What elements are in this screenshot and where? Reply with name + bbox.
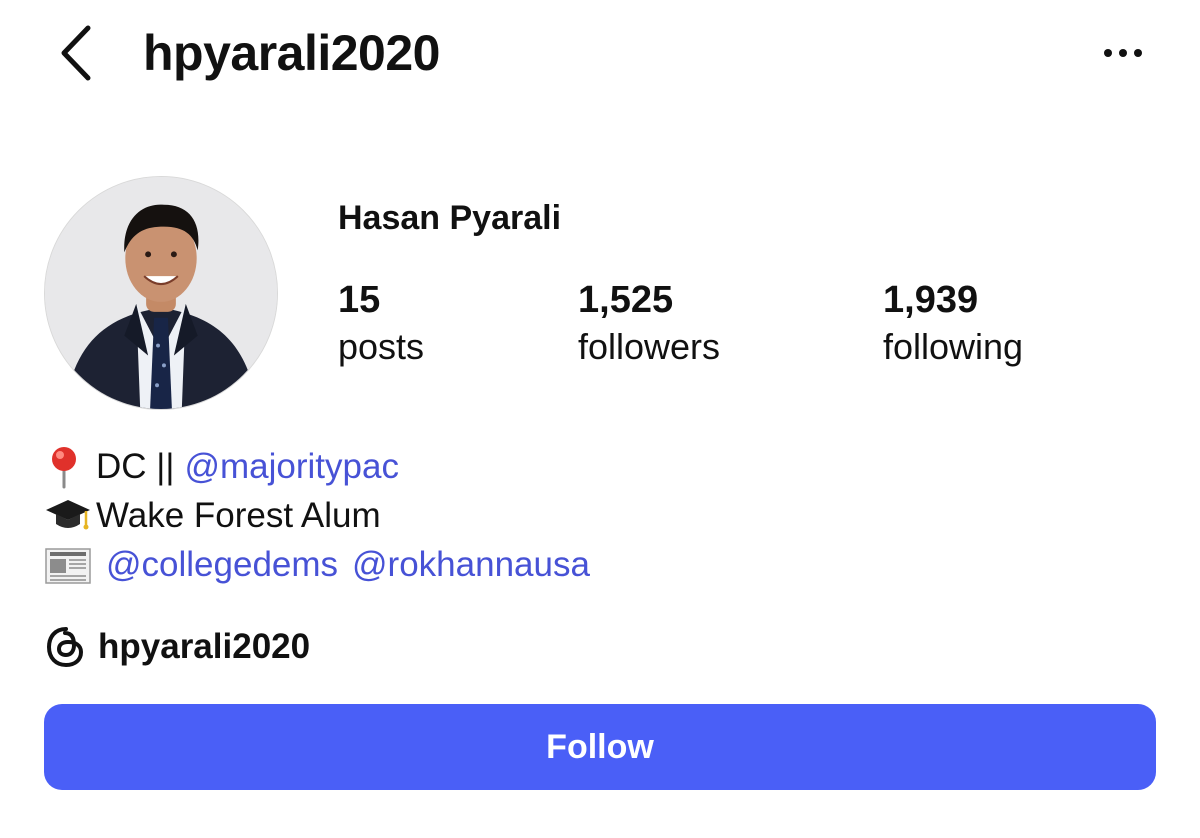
top-bar: hpyarali2020 (0, 0, 1200, 110)
bio-education-text: Wake Forest Alum (96, 496, 381, 535)
graduation-cap-icon (44, 494, 96, 538)
posts-stat[interactable]: 15 posts (338, 278, 424, 372)
profile-photo (45, 177, 277, 409)
mention-link[interactable]: @rokhannausa (352, 540, 590, 589)
display-name: Hasan Pyarali (338, 199, 562, 237)
following-count: 1,939 (883, 279, 979, 321)
chevron-left-icon (61, 25, 91, 81)
mention-link[interactable]: @collegedems (106, 540, 338, 589)
profile-username: hpyarali2020 (143, 25, 440, 81)
threads-link[interactable]: hpyarali2020 (44, 622, 310, 672)
threads-handle: hpyarali2020 (98, 627, 311, 666)
bio-line-education: Wake Forest Alum (44, 491, 1144, 540)
avatar[interactable] (44, 176, 278, 410)
threads-icon (44, 625, 88, 669)
followers-stat[interactable]: 1,525 followers (578, 278, 720, 372)
posts-count: 15 (338, 279, 381, 321)
newspaper-icon (44, 543, 96, 587)
followers-label: followers (578, 326, 721, 367)
mention-link[interactable]: @majoritypac (184, 442, 398, 491)
bio-line-location: DC || @majoritypac (44, 442, 1144, 491)
follow-button[interactable]: Follow (44, 704, 1156, 790)
following-stat[interactable]: 1,939 following (883, 278, 1023, 372)
posts-label: posts (338, 326, 425, 367)
more-options-button[interactable] (1096, 28, 1150, 78)
bio-location-text: DC || (96, 447, 175, 486)
bio: DC || @majoritypac Wake Forest Alum @col… (44, 442, 1144, 589)
following-label: following (883, 326, 1024, 367)
back-button[interactable] (55, 22, 99, 84)
followers-count: 1,525 (578, 279, 674, 321)
bio-line-mentions: @collegedems @rokhannausa (44, 540, 1144, 589)
round-pushpin-icon (44, 445, 96, 489)
more-horizontal-icon (1104, 49, 1142, 57)
